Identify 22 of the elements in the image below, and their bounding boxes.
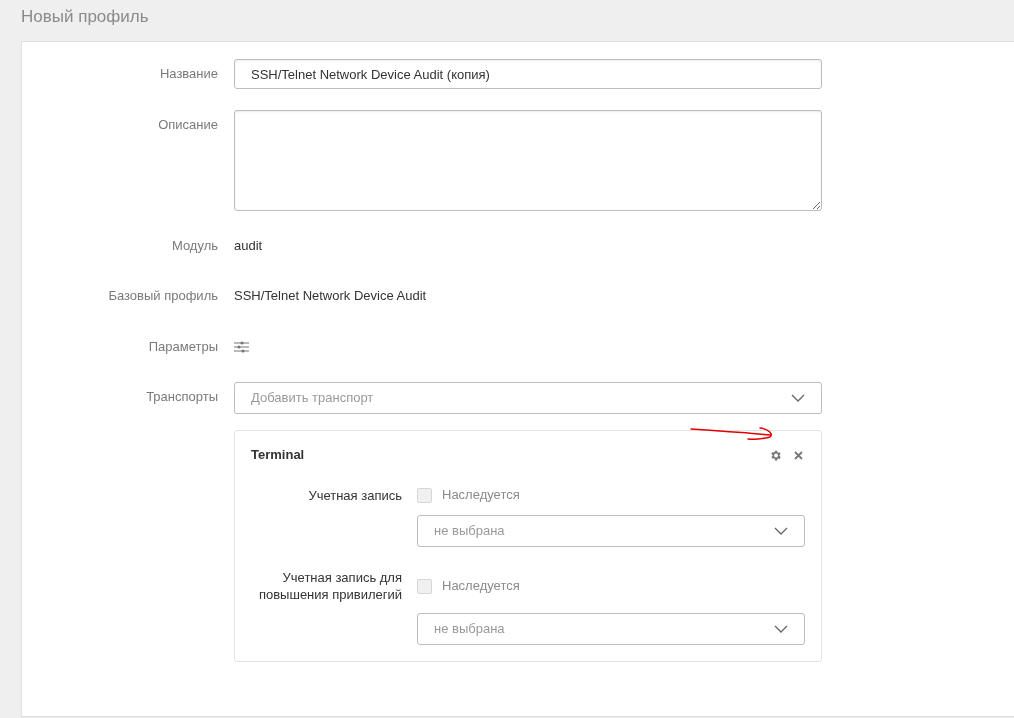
chevron-down-icon [791,394,805,402]
module-value: audit [234,238,263,253]
field-label: Описание [157,116,218,134]
page-title: Новый профиль [20,6,150,28]
field-label: Базовый профиль [107,287,218,305]
field-label: Модуль [170,237,218,255]
field-label: Название [158,65,218,83]
close-icon[interactable] [794,450,803,460]
field-label: Учетная запись для повышения привилегий [257,569,402,603]
transport-title: Terminal [251,446,305,465]
add-transport-select[interactable]: Добавить транспорт [234,382,822,414]
sliders-icon[interactable] [234,341,249,353]
field-label: Транспорты [145,388,218,406]
field-label: Учетная запись [308,486,402,504]
checkbox-label: Наследуется [442,577,520,596]
chevron-down-icon [774,625,788,633]
name-input[interactable]: SSH/Telnet Network Device Audit (копия) [234,59,822,89]
checkbox-label: Наследуется [442,486,520,505]
field-label: Параметры [147,338,218,356]
chevron-down-icon [774,527,788,535]
settings-icon[interactable] [769,448,782,462]
base-profile-value: SSH/Telnet Network Device Audit [234,288,427,303]
